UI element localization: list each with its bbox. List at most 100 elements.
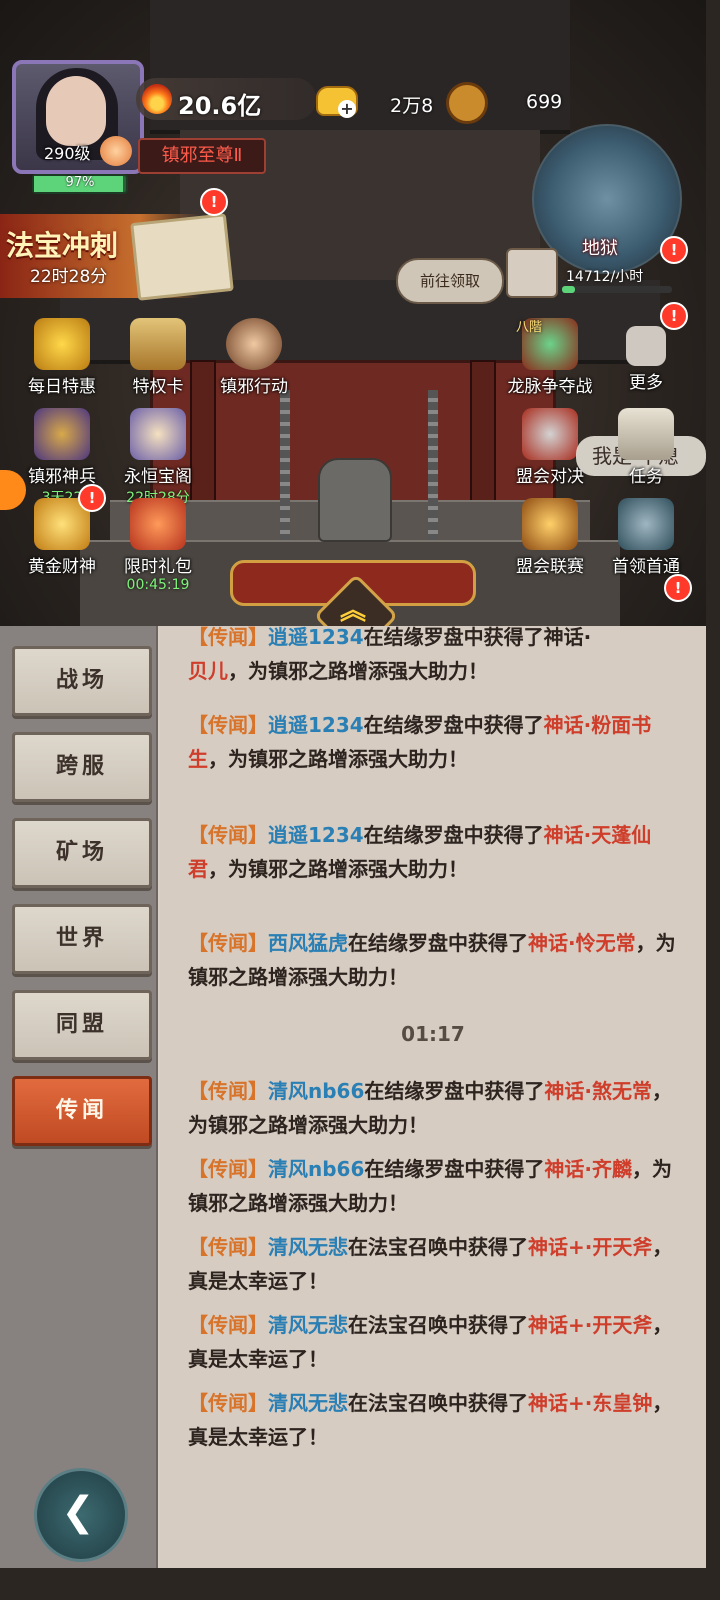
msg-tag: 【传闻】: [188, 1391, 268, 1415]
feature-privilege-card[interactable]: 特权卡: [108, 318, 208, 397]
msg-verb: 在结缘罗盘中获得了: [348, 931, 528, 955]
player-level: 290级: [44, 144, 91, 163]
msg-tag: 【传闻】: [188, 713, 268, 737]
pavilion-icon: [130, 408, 186, 460]
player-title[interactable]: 镇邪至尊Ⅱ: [138, 138, 266, 174]
msg-tail: ，为镇邪之路增添强大助力！: [208, 747, 468, 771]
msg-player[interactable]: 清风nb66: [268, 1079, 364, 1103]
alert-icon: !: [200, 188, 228, 216]
chat-channel-sidebar: 战场 跨服 矿场 世界 同盟 传闻: [0, 626, 158, 1568]
msg-tail: ，为镇邪之路增添强大助力！: [208, 857, 468, 881]
feature-alliance-league[interactable]: 盟会联赛: [500, 498, 600, 577]
combat-power: 20.6亿: [178, 92, 262, 120]
msg-tag: 【传闻】: [188, 931, 268, 955]
boss-icon: [618, 498, 674, 550]
msg-player[interactable]: 清风nb66: [268, 1157, 364, 1181]
msg-player[interactable]: 逍遥1234: [268, 713, 364, 737]
chat-message: 【传闻】逍遥1234在结缘罗盘中获得了神话·天蓬仙君，为镇邪之路增添强大助力！: [188, 818, 684, 886]
coin-amount: 699: [526, 91, 563, 113]
income-rate: 14712/小时: [566, 269, 644, 285]
feature-limited-gift[interactable]: 限时礼包 00:45:19: [108, 498, 208, 593]
avatar-face: [46, 76, 106, 146]
back-arrow-icon: ❮: [61, 1489, 95, 1535]
msg-verb: 在结缘罗盘中获得了: [364, 1157, 545, 1181]
msg-player[interactable]: 清风无悲: [268, 1391, 348, 1415]
msg-item: 神话+·东皇钟: [528, 1391, 653, 1415]
league-icon: [522, 498, 578, 550]
gift-icon: [34, 318, 90, 370]
alert-icon: !: [660, 302, 688, 330]
msg-tag: 【传闻】: [188, 1079, 268, 1103]
chat-message: 【传闻】清风无悲在法宝召唤中获得了神话+·开天斧，真是太幸运了！: [188, 1230, 684, 1298]
alert-icon: !: [660, 236, 688, 264]
msg-verb: 在法宝召唤中获得了: [348, 1391, 528, 1415]
feature-daily-deal[interactable]: 每日特惠: [12, 318, 112, 397]
hp-bar: 97%: [32, 174, 128, 194]
add-gold-icon[interactable]: +: [338, 100, 356, 118]
chain: [280, 390, 290, 540]
chat-message: 【传闻】逍遥1234在结缘罗盘中获得了神话·粉面书生，为镇邪之路增添强大助力！: [188, 708, 684, 776]
chat-message: 【传闻】清风nb66在结缘罗盘中获得了神话·齐麟，为镇邪之路增添强大助力！: [188, 1152, 684, 1220]
msg-tail: ，为镇邪之路增添强大助力！: [228, 659, 488, 683]
msg-verb: 在结缘罗盘中获得了神话·: [363, 626, 592, 649]
msg-item: 贝儿: [188, 659, 228, 683]
tab-rumor[interactable]: 传闻: [12, 1076, 152, 1146]
tab-mine[interactable]: 矿场: [12, 818, 152, 888]
msg-tag: 【传闻】: [188, 1313, 268, 1337]
shrine-icon[interactable]: [506, 248, 558, 298]
tab-cross-server[interactable]: 跨服: [12, 732, 152, 802]
task-icon: [618, 408, 674, 460]
rank-badge: 八階: [516, 320, 543, 335]
chat-panel: 战场 跨服 矿场 世界 同盟 传闻 ❮ 【传闻】逍遥1234在结缘罗盘中获得了神…: [0, 626, 706, 1568]
msg-tag: 【传闻】: [188, 1157, 268, 1181]
hp-percent: 97%: [65, 175, 95, 190]
flame-icon: [142, 84, 172, 114]
book-icon: [130, 213, 234, 301]
msg-item: 神话+·开天斧: [528, 1235, 653, 1259]
tab-battlefield[interactable]: 战场: [12, 646, 152, 716]
feature-more[interactable]: 更多: [596, 318, 696, 393]
gold-amount: 2万8: [390, 95, 434, 117]
swords-icon: [522, 408, 578, 460]
goto-claim-button[interactable]: 前往领取: [396, 258, 504, 304]
msg-verb: 在法宝召唤中获得了: [348, 1313, 528, 1337]
lotus-icon: [100, 136, 132, 166]
msg-player[interactable]: 西风猛虎: [268, 931, 348, 955]
chat-message: 【传闻】清风nb66在结缘罗盘中获得了神话·煞无常，为镇邪之路增添强大助力！: [188, 1074, 684, 1142]
alert-icon: !: [78, 484, 106, 512]
chat-timestamp: 01:17: [401, 1022, 465, 1046]
msg-tag: 【传闻】: [188, 823, 268, 847]
msg-player[interactable]: 逍遥1234: [268, 823, 364, 847]
msg-verb: 在结缘罗盘中获得了: [364, 1079, 545, 1103]
tab-alliance[interactable]: 同盟: [12, 990, 152, 1060]
msg-player[interactable]: 清风无悲: [268, 1313, 348, 1337]
banner-timer: 22时28分: [30, 267, 108, 287]
chat-message: 【传闻】清风无悲在法宝召唤中获得了神话+·东皇钟，真是太幸运了！: [188, 1386, 684, 1454]
chat-message: 【传闻】西风猛虎在结缘罗盘中获得了神话·怜无常，为镇邪之路增添强大助力！: [188, 926, 684, 994]
msg-tag: 【传闻】: [188, 1235, 268, 1259]
tab-world[interactable]: 世界: [12, 904, 152, 974]
msg-item: 神话·煞无常: [544, 1079, 652, 1103]
chat-message: 【传闻】清风无悲在法宝召唤中获得了神话+·开天斧，真是太幸运了！: [188, 1308, 684, 1376]
chevron-up-icon: ︽: [339, 596, 366, 626]
alert-icon: !: [664, 574, 692, 602]
feature-task[interactable]: 任务: [596, 408, 696, 487]
msg-player[interactable]: 逍遥1234: [268, 626, 364, 649]
msg-player[interactable]: 清风无悲: [268, 1235, 348, 1259]
msg-verb: 在结缘罗盘中获得了: [363, 713, 544, 737]
msg-verb: 在结缘罗盘中获得了: [363, 823, 544, 847]
chat-feed[interactable]: 【传闻】逍遥1234在结缘罗盘中获得了神话· 贝儿，为镇邪之路增添强大助力！ 【…: [160, 626, 706, 1568]
coin-icon[interactable]: [446, 82, 488, 124]
feature-boss-first-clear[interactable]: 首领首通: [596, 498, 696, 577]
minimap-label: 地狱: [582, 238, 618, 259]
msg-tag: 【传闻】: [188, 626, 268, 649]
feature-eternal-pavilion[interactable]: 永恒宝阁 22时28分: [108, 408, 208, 507]
income-bar-fill: [562, 286, 576, 293]
msg-item: 神话·齐麟: [544, 1157, 632, 1181]
stone-lion-statue: [318, 458, 392, 542]
feature-dragon-vein-war[interactable]: 龙脉争夺战: [500, 318, 600, 397]
weapon-icon: [34, 408, 90, 460]
officer-icon: [226, 318, 282, 370]
feature-zhenxie-action[interactable]: 镇邪行动: [204, 318, 304, 397]
msg-item: 神话+·开天斧: [528, 1313, 653, 1337]
